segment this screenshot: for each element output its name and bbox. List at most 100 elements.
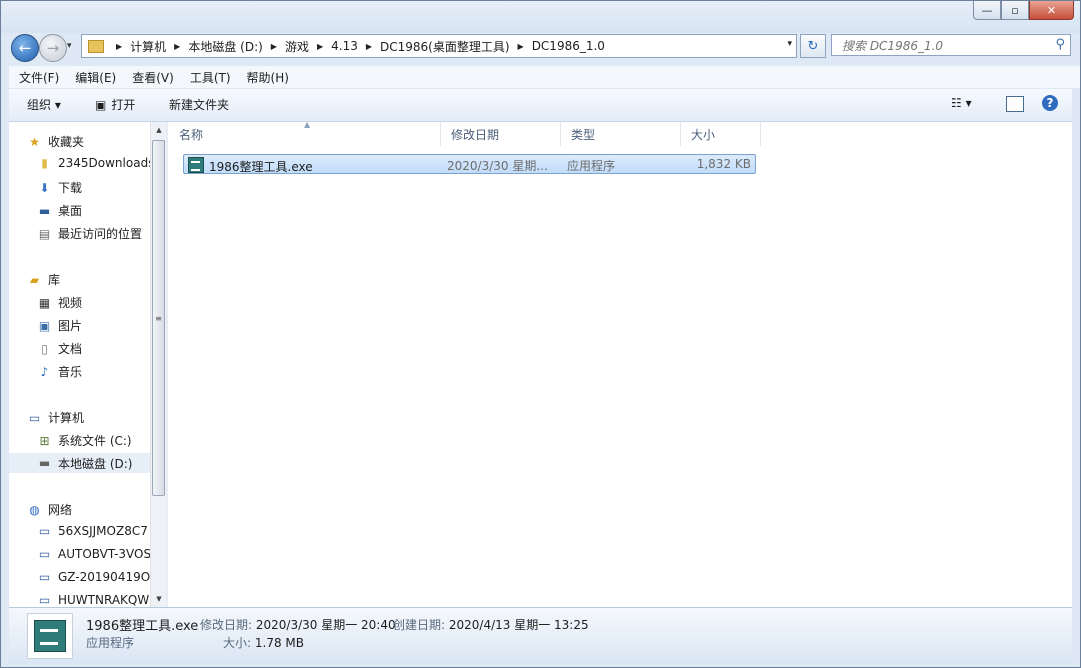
file-name: 1986整理工具.exe <box>209 160 313 174</box>
network-icon: ◍ <box>29 502 40 517</box>
details-value: 2020/4/13 星期一 13:25 <box>448 618 589 632</box>
navigation-pane: ★ 收藏夹 ▮ 2345Downloads ⬇ 下载 ▬ 桌面 ▤ 最近访问的位置 ▰ 库 … <box>9 122 159 607</box>
command-bar: 组织 ▾ ▣ 打开 新建文件夹 ☷ ▾ ? <box>9 89 1072 122</box>
new-folder-button[interactable]: 新建文件夹 <box>169 96 229 113</box>
library-icon: ▰ <box>29 272 40 287</box>
recent-pages-dropdown[interactable]: ▾ <box>67 41 72 51</box>
column-header-size[interactable]: 大小 <box>681 122 761 146</box>
breadcrumb-dc1986-1-0[interactable]: DC1986_1.0 <box>532 39 605 53</box>
menu-tools[interactable]: 工具(T) <box>190 69 231 86</box>
sidebar-favorites[interactable]: ★ 收藏夹 <box>27 133 84 150</box>
breadcrumb-arrow-icon[interactable]: ▶ <box>317 42 323 51</box>
sidebar-libraries[interactable]: ▰ 库 <box>27 271 60 288</box>
sidebar-item-network-pc[interactable]: ▭ GZ-20190419OZ <box>37 570 159 584</box>
sidebar-item-downloads[interactable]: ⬇ 下载 <box>37 179 82 196</box>
breadcrumb-computer[interactable]: 计算机 <box>130 38 166 55</box>
file-type: 应用程序 <box>567 159 616 173</box>
search-box[interactable]: ⚲ <box>831 34 1071 56</box>
pane-splitter[interactable] <box>166 122 168 607</box>
sidebar-network[interactable]: ◍ 网络 <box>27 501 72 518</box>
close-button[interactable]: ✕ <box>1029 1 1074 20</box>
organize-label: 组织 ▾ <box>27 98 61 112</box>
details-pane: 1986整理工具.exe 修改日期: 2020/3/30 星期一 20:40 创… <box>9 607 1072 664</box>
sidebar-item-videos[interactable]: ▦ 视频 <box>37 294 82 311</box>
maximize-button[interactable]: ▫ <box>1001 1 1029 20</box>
download-folder-icon: ⬇ <box>39 180 50 195</box>
sidebar-label: HUWTNRAKQW <box>58 593 150 607</box>
sidebar-item-drive-d[interactable]: ▬ 本地磁盘 (D:) <box>9 453 150 473</box>
views-label: ☷ ▾ <box>951 96 972 110</box>
breadcrumb-drive-d[interactable]: 本地磁盘 (D:) <box>188 38 262 55</box>
menu-edit[interactable]: 编辑(E) <box>75 69 116 86</box>
details-file-type: 应用程序 <box>86 636 135 650</box>
sidebar-item-2345downloads[interactable]: ▮ 2345Downloads <box>37 156 154 170</box>
details-value: 1.78 MB <box>254 636 304 650</box>
column-header-date[interactable]: 修改日期 <box>441 122 561 146</box>
search-input[interactable] <box>840 38 1044 54</box>
breadcrumb-dc1986[interactable]: DC1986(桌面整理工具) <box>380 38 510 55</box>
open-button[interactable]: ▣ 打开 <box>95 96 135 113</box>
breadcrumb-games[interactable]: 游戏 <box>285 38 309 55</box>
details-label: 修改日期: <box>200 618 253 632</box>
file-date: 2020/3/30 星期... <box>447 159 548 173</box>
sidebar-label: 计算机 <box>48 411 85 425</box>
column-label: 大小 <box>691 127 716 142</box>
folder-icon <box>88 39 104 53</box>
sidebar-item-music[interactable]: ♪ 音乐 <box>37 363 82 380</box>
change-view-button[interactable]: ☷ ▾ <box>951 96 972 110</box>
breadcrumb-4-13[interactable]: 4.13 <box>331 39 358 53</box>
desktop-icon: ▬ <box>38 203 51 218</box>
column-label: 修改日期 <box>451 127 500 142</box>
star-icon: ★ <box>29 134 40 149</box>
sidebar-item-recent-places[interactable]: ▤ 最近访问的位置 <box>37 225 142 242</box>
sidebar-label: 下载 <box>58 181 83 195</box>
column-header-type[interactable]: 类型 <box>561 122 681 146</box>
explorer-window: — ▫ ✕ ← → ▾ ▶ 计算机 ▶ 本地磁盘 (D:) ▶ 游戏 ▶ 4.13 ▶ D… <box>0 0 1081 668</box>
help-button[interactable]: ? <box>1042 95 1058 111</box>
menu-help[interactable]: 帮助(H) <box>247 69 289 86</box>
sort-ascending-icon: ▲ <box>304 120 311 129</box>
details-label: 创建日期: <box>393 618 446 632</box>
menu-file[interactable]: 文件(F) <box>19 69 59 86</box>
picture-icon: ▣ <box>38 318 51 333</box>
drive-icon: ▬ <box>38 456 51 470</box>
network-computer-icon: ▭ <box>38 570 51 584</box>
breadcrumb-arrow-icon[interactable]: ▶ <box>174 42 180 51</box>
file-row[interactable]: 1986整理工具.exe 2020/3/30 星期... 应用程序 1,832 … <box>183 154 756 174</box>
sidebar-item-network-pc[interactable]: ▭ HUWTNRAKQW <box>37 593 149 607</box>
sidebar-item-desktop[interactable]: ▬ 桌面 <box>37 202 82 219</box>
scroll-up-icon[interactable]: ▲ <box>151 122 167 138</box>
search-icon[interactable]: ⚲ <box>1055 37 1065 52</box>
organize-button[interactable]: 组织 ▾ <box>27 96 61 113</box>
breadcrumb-arrow-icon[interactable]: ▶ <box>116 42 122 51</box>
scrollbar-thumb[interactable]: ≡ <box>152 140 165 496</box>
scroll-down-icon[interactable]: ▼ <box>151 591 167 607</box>
address-bar[interactable]: ▶ 计算机 ▶ 本地磁盘 (D:) ▶ 游戏 ▶ 4.13 ▶ DC1986(桌面整理工具… <box>81 34 797 58</box>
column-header-name[interactable]: 名称 ▲ <box>169 120 441 146</box>
sidebar-computer[interactable]: ▭ 计算机 <box>27 409 84 426</box>
file-size: 1,832 KB <box>696 157 751 171</box>
preview-pane-button[interactable] <box>1006 96 1024 112</box>
sidebar-item-network-pc[interactable]: ▭ AUTOBVT-3VOS <box>37 547 151 561</box>
breadcrumb-arrow-icon[interactable]: ▶ <box>366 42 372 51</box>
navigation-scrollbar[interactable]: ▲ ≡ ▼ <box>150 122 167 607</box>
sidebar-item-network-pc[interactable]: ▭ 56XSJJMOZ8C7 <box>37 524 148 538</box>
sidebar-item-documents[interactable]: ▯ 文档 <box>37 340 82 357</box>
sidebar-item-drive-c[interactable]: ⊞ 系统文件 (C:) <box>37 432 131 449</box>
file-name-cell: 1986整理工具.exe <box>188 157 313 175</box>
forward-button[interactable]: → <box>39 34 67 62</box>
back-button[interactable]: ← <box>11 34 39 62</box>
network-computer-icon: ▭ <box>38 593 51 607</box>
sidebar-item-pictures[interactable]: ▣ 图片 <box>37 317 82 334</box>
breadcrumb-arrow-icon[interactable]: ▶ <box>271 42 277 51</box>
address-dropdown-icon[interactable]: ▾ <box>787 39 792 49</box>
menu-view[interactable]: 查看(V) <box>132 69 174 86</box>
details-created: 创建日期: 2020/4/13 星期一 13:25 <box>393 616 589 633</box>
sidebar-label: GZ-20190419OZ <box>58 570 159 584</box>
breadcrumb-arrow-icon[interactable]: ▶ <box>518 42 524 51</box>
sidebar-label: 库 <box>48 273 61 287</box>
refresh-button[interactable]: ↻ <box>800 34 826 58</box>
open-icon: ▣ <box>95 97 107 112</box>
minimize-button[interactable]: — <box>973 1 1001 20</box>
system-drive-icon: ⊞ <box>39 433 50 448</box>
